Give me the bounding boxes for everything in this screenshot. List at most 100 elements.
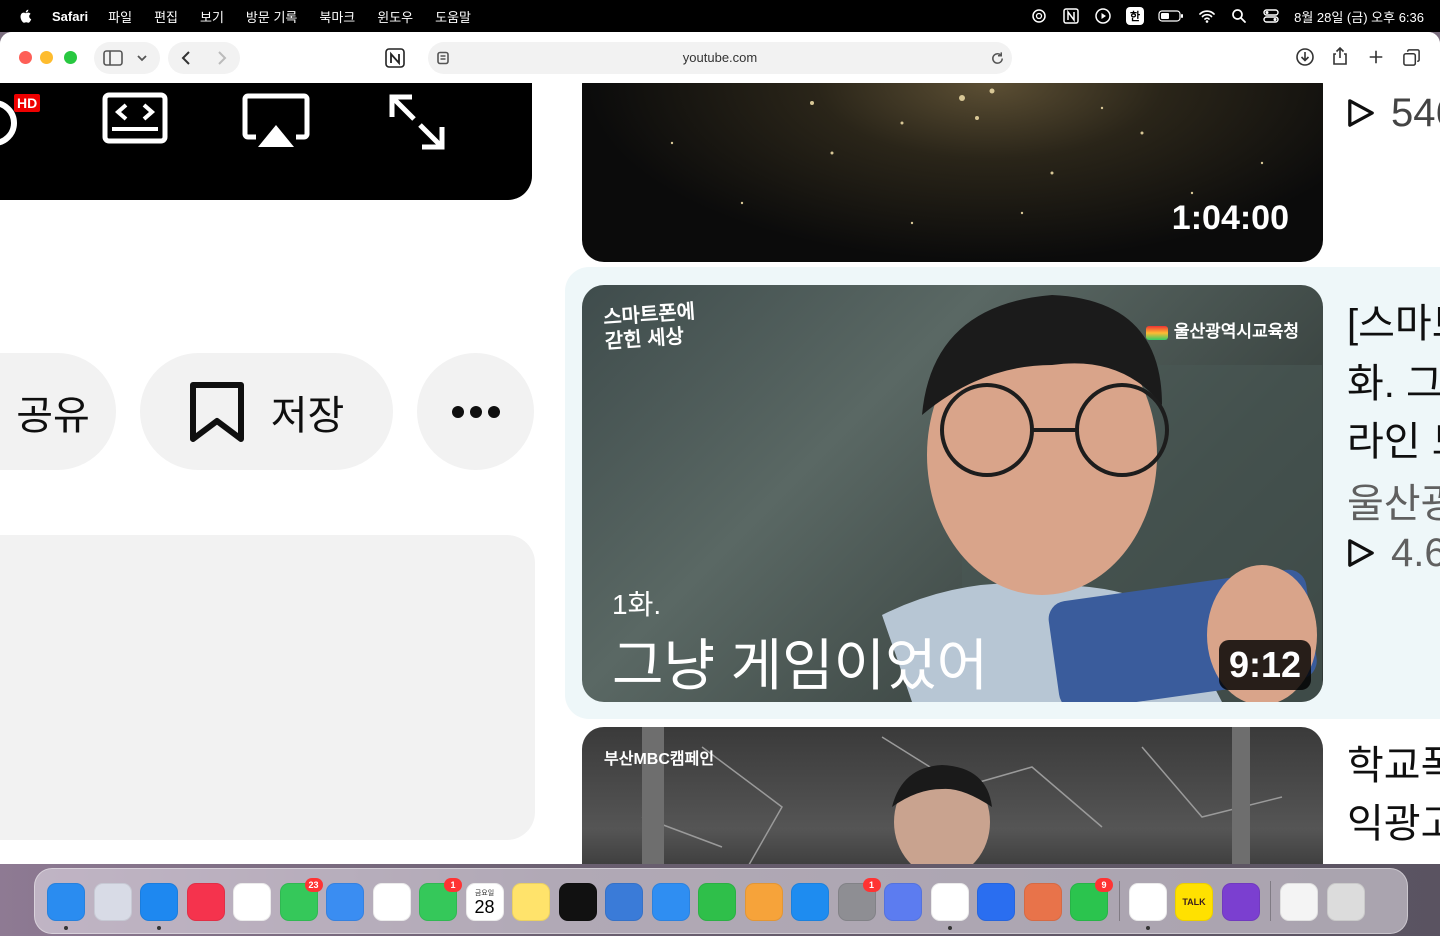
dock-system-settings-icon[interactable]: 1 <box>837 878 881 921</box>
notion-status-icon[interactable] <box>1062 7 1080 25</box>
input-method-indicator[interactable]: 한 <box>1126 7 1145 25</box>
dock-simulator-icon[interactable] <box>884 883 922 921</box>
video-player-controls: HD <box>0 83 532 200</box>
new-tab-icon[interactable] <box>1365 46 1387 68</box>
rainbow-logo-icon <box>1145 325 1168 340</box>
more-horizontal-icon <box>451 405 501 419</box>
play-status-icon[interactable] <box>1094 7 1112 25</box>
dock-trash-icon[interactable] <box>1326 883 1365 921</box>
dock-launchpad-icon[interactable] <box>93 883 132 921</box>
share-icon[interactable] <box>1329 45 1351 67</box>
menu-history[interactable]: 방문 기록 <box>246 7 297 26</box>
apple-menu-icon[interactable] <box>18 8 34 24</box>
address-bar[interactable]: youtube.com <box>428 42 1012 74</box>
dock-naver-icon[interactable]: 9 <box>1070 878 1113 921</box>
dock-photos-icon[interactable] <box>372 883 411 921</box>
youtube-page: HD 공유 저장 1:04:00 54 스마트폰에 갇힌 세상 울산광역시교육청… <box>0 83 1440 864</box>
dock-mail-icon[interactable] <box>326 883 364 921</box>
thumbnail-brand-text: 부산MBC캠페인 <box>604 751 715 768</box>
video-channel-name[interactable]: 울산광 <box>1347 471 1440 529</box>
reload-icon[interactable] <box>988 49 1006 67</box>
video-title[interactable]: 익광고 <box>1347 791 1440 849</box>
dock-notion-icon[interactable] <box>1128 883 1167 930</box>
dock: 23 1 금요일 28 1 9 TALK <box>34 868 1408 934</box>
video-view-count: 4.6 <box>1347 531 1440 578</box>
notion-extension-icon[interactable] <box>383 46 407 70</box>
video-title[interactable]: 화. 그 <box>1347 351 1440 409</box>
hd-badge: HD <box>14 94 41 112</box>
video-thumbnail[interactable]: 부산MBC캠페인 <box>582 727 1323 864</box>
status-area: 한 8월 28일 (금) 오후 6:36 <box>1016 0 1424 32</box>
menu-help[interactable]: 도움말 <box>435 7 471 26</box>
dock-keynote-icon[interactable] <box>651 883 690 921</box>
menu-view[interactable]: 보기 <box>200 7 224 26</box>
dock-perplexity-icon[interactable] <box>558 883 597 921</box>
airplay-icon[interactable] <box>242 93 310 153</box>
dock-keynote2-icon[interactable] <box>605 883 643 921</box>
dock-claude-icon[interactable] <box>1023 883 1062 921</box>
video-title[interactable]: [스마트 <box>1347 291 1440 349</box>
dock-notes-icon[interactable] <box>512 883 550 921</box>
chatgpt-status-icon[interactable] <box>1030 7 1048 25</box>
play-triangle-icon <box>1347 93 1375 138</box>
dock-onenote-icon[interactable] <box>1221 883 1260 921</box>
control-center-icon[interactable] <box>1262 7 1280 25</box>
back-button[interactable] <box>176 48 196 68</box>
thumbnail-title-text: 스마트폰에 갇힌 세상 <box>602 300 697 354</box>
bookmark-icon <box>189 381 245 443</box>
sidebar-toggle-group <box>94 42 160 74</box>
menu-bookmarks[interactable]: 북마크 <box>319 7 355 26</box>
chevron-down-icon[interactable] <box>134 50 150 66</box>
video-title[interactable]: 라인 드 <box>1347 409 1440 467</box>
dock-chatgpt-icon[interactable] <box>930 883 969 930</box>
dock-messages-icon[interactable]: 23 <box>279 878 323 921</box>
menu-clock[interactable]: 8월 28일 (금) 오후 6:36 <box>1294 7 1424 26</box>
dock-separator <box>1118 881 1120 921</box>
theater-mode-icon[interactable] <box>102 91 168 147</box>
video-title[interactable]: 학교폭 <box>1347 733 1440 791</box>
downloads-icon[interactable] <box>1294 46 1316 68</box>
notification-badge: 23 <box>304 878 323 892</box>
save-button[interactable]: 저장 <box>140 353 393 470</box>
window-minimize-button[interactable] <box>40 51 53 64</box>
menu-edit[interactable]: 편집 <box>154 7 178 26</box>
dock-copilot-icon[interactable] <box>977 883 1015 921</box>
video-duration: 9:12 <box>1218 640 1311 690</box>
wifi-icon[interactable] <box>1198 7 1216 25</box>
battery-icon[interactable] <box>1158 7 1184 25</box>
more-actions-button[interactable] <box>417 353 534 470</box>
dock-kakaotalk-icon[interactable]: TALK <box>1175 883 1213 921</box>
thumbnail-channel-text: 울산광역시교육청 <box>1173 322 1299 341</box>
dock-calendar-icon[interactable]: 금요일 28 <box>465 883 504 921</box>
dock-facetime-icon[interactable]: 1 <box>419 878 462 921</box>
safari-window: youtube.com HD 공유 저장 1:04:00 54 스마트폰에 갇힌… <box>0 32 1440 864</box>
dock-music-icon[interactable] <box>186 883 225 921</box>
spotlight-search-icon[interactable] <box>1230 7 1248 25</box>
window-close-button[interactable] <box>19 51 32 64</box>
input-method-label: 한 <box>1126 7 1145 25</box>
dock-documents-icon[interactable] <box>1280 883 1318 921</box>
running-indicator <box>157 926 161 930</box>
fullscreen-icon[interactable] <box>388 93 446 151</box>
menu-window[interactable]: 윈도우 <box>377 7 413 26</box>
dock-chrome-icon[interactable] <box>233 883 271 921</box>
dock-icon-label: TALK <box>1182 897 1206 907</box>
window-zoom-button[interactable] <box>64 51 77 64</box>
video-thumbnail[interactable]: 스마트폰에 갇힌 세상 울산광역시교육청 1화. 그냥 게임이었어 9:12 <box>582 285 1323 702</box>
dock-safari-icon[interactable] <box>140 883 178 930</box>
dock-finder-icon[interactable] <box>47 883 85 930</box>
dock-pages-icon[interactable] <box>744 883 783 921</box>
sidebar-icon[interactable] <box>102 48 124 68</box>
description-panel[interactable] <box>0 535 535 840</box>
forward-button[interactable] <box>212 48 232 68</box>
menu-file[interactable]: 파일 <box>108 7 132 26</box>
save-label: 저장 <box>270 393 345 438</box>
dock-app-store-icon[interactable] <box>791 883 829 921</box>
dock-numbers-icon[interactable] <box>698 883 736 921</box>
share-button[interactable]: 공유 <box>0 353 116 470</box>
running-indicator <box>947 926 952 930</box>
tab-overview-icon[interactable] <box>1400 46 1422 68</box>
video-thumbnail[interactable]: 1:04:00 <box>582 83 1323 262</box>
menu-app-safari[interactable]: Safari <box>52 9 88 24</box>
play-triangle-icon <box>1347 533 1375 578</box>
